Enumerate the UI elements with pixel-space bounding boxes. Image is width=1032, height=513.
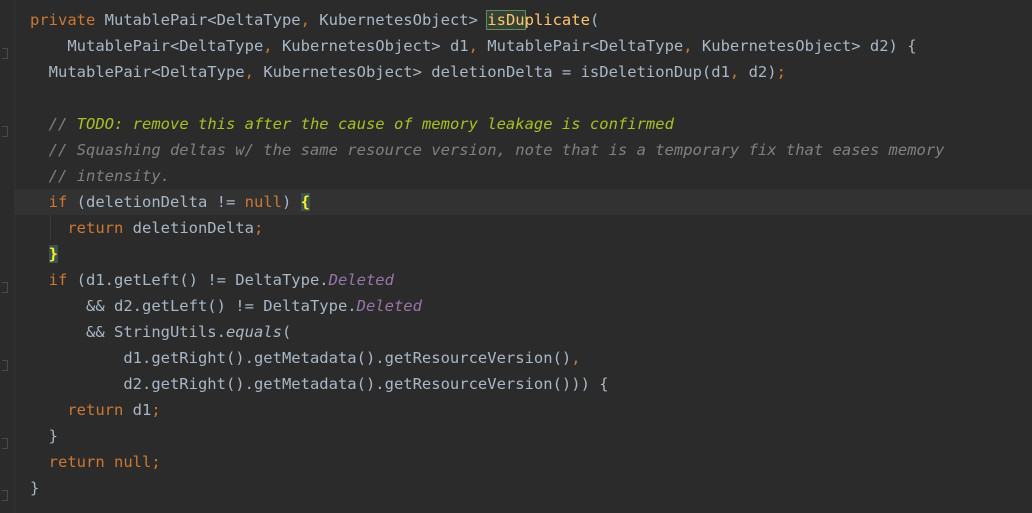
- code-token: (: [281, 323, 292, 341]
- code-token: ;: [776, 63, 786, 81]
- code-token: Deleted: [328, 271, 394, 289]
- code-editor[interactable]: private MutablePair<DeltaType, Kubernete…: [0, 0, 1032, 513]
- code-token: d1.getRight().getMetadata().getResourceV…: [30, 349, 572, 367]
- code-token: (d1.getLeft() != DeltaType.: [76, 271, 329, 289]
- code-token: ,: [300, 11, 320, 29]
- code-token: MutablePair<DeltaType: [487, 37, 684, 55]
- code-line[interactable]: return d1;: [14, 397, 1032, 423]
- code-token: null: [244, 193, 282, 211]
- code-token: plicate: [524, 11, 590, 29]
- code-token: ,: [244, 63, 264, 81]
- code-line[interactable]: && StringUtils.equals(: [14, 319, 1032, 345]
- code-line[interactable]: }: [14, 423, 1032, 449]
- code-token: private: [30, 11, 105, 29]
- code-token: Deleted: [356, 297, 422, 315]
- code-line[interactable]: if (d1.getLeft() != DeltaType.Deleted: [14, 267, 1032, 293]
- code-line[interactable]: MutablePair<DeltaType, KubernetesObject>…: [14, 33, 1032, 59]
- code-token: d2.getRight().getMetadata().getResourceV…: [30, 375, 609, 393]
- code-token: KubernetesObject> d2) {: [701, 37, 917, 55]
- code-line[interactable]: }: [14, 241, 1032, 267]
- code-line[interactable]: // intensity.: [14, 163, 1032, 189]
- code-token: if: [30, 271, 77, 289]
- code-token: return: [30, 219, 133, 237]
- editor-gutter[interactable]: [0, 0, 15, 513]
- code-line[interactable]: [14, 85, 1032, 111]
- code-line[interactable]: if (deletionDelta != null) {: [14, 189, 1032, 215]
- code-token: ,: [683, 37, 702, 55]
- fold-marker-icon[interactable]: [2, 360, 8, 371]
- fold-marker-icon[interactable]: [2, 282, 8, 293]
- code-token: // intensity.: [30, 167, 170, 185]
- code-token: if: [30, 193, 77, 211]
- code-line-text: private MutablePair<DeltaType, Kubernete…: [30, 7, 599, 33]
- code-token: KubernetesObject> deletionDelta = isDele…: [263, 63, 730, 81]
- code-token: equals: [225, 323, 282, 341]
- code-token: }: [30, 427, 58, 445]
- code-token: (: [589, 11, 600, 29]
- fold-marker-icon[interactable]: [2, 126, 8, 137]
- code-line[interactable]: d2.getRight().getMetadata().getResourceV…: [14, 371, 1032, 397]
- code-token: ;: [151, 453, 161, 471]
- code-line-text: && StringUtils.equals(: [30, 319, 291, 345]
- code-token: ;: [151, 401, 161, 419]
- code-line-text: // Squashing deltas w/ the same resource…: [30, 137, 945, 163]
- code-token: null: [114, 453, 152, 471]
- code-token: d2): [748, 63, 777, 81]
- code-line[interactable]: d1.getRight().getMetadata().getResourceV…: [14, 345, 1032, 371]
- code-line-text: if (d1.getLeft() != DeltaType.Deleted: [30, 267, 394, 293]
- code-token: ): [281, 193, 301, 211]
- code-token: MutablePair<DeltaType: [104, 11, 301, 29]
- fold-marker-icon[interactable]: [2, 490, 8, 501]
- code-line-text: }: [30, 241, 59, 267]
- fold-marker-icon[interactable]: [2, 48, 8, 59]
- code-line-text: MutablePair<DeltaType, KubernetesObject>…: [30, 59, 786, 85]
- code-line-text: }: [30, 423, 58, 449]
- indent-guide: [50, 215, 51, 241]
- code-token: (deletionDelta !=: [76, 193, 245, 211]
- code-line[interactable]: && d2.getLeft() != DeltaType.Deleted: [14, 293, 1032, 319]
- code-line-text: if (deletionDelta != null) {: [30, 189, 310, 215]
- code-token: && d2.getLeft() != DeltaType.: [30, 297, 357, 315]
- code-line[interactable]: // TODO: remove this after the cause of …: [14, 111, 1032, 137]
- code-token: ,: [571, 349, 581, 367]
- code-token: KubernetesObject> d1: [281, 37, 469, 55]
- code-token: d1: [132, 401, 152, 419]
- code-token: ,: [468, 37, 488, 55]
- code-line-text: }: [30, 475, 39, 501]
- code-token: return: [30, 401, 133, 419]
- code-line-text: // TODO: remove this after the cause of …: [30, 111, 674, 137]
- fold-marker-icon[interactable]: [2, 438, 8, 449]
- code-token: TODO: remove this after the cause of mem…: [76, 115, 674, 133]
- code-line-text: return deletionDelta;: [30, 215, 263, 241]
- code-line[interactable]: private MutablePair<DeltaType, Kubernete…: [14, 7, 1032, 33]
- code-token: MutablePair<DeltaType: [30, 37, 264, 55]
- code-line[interactable]: // Squashing deltas w/ the same resource…: [14, 137, 1032, 163]
- code-line[interactable]: return null;: [14, 449, 1032, 475]
- code-token: && StringUtils.: [30, 323, 226, 341]
- code-token: // Squashing deltas w/ the same resource…: [30, 141, 945, 159]
- code-token: //: [30, 115, 77, 133]
- code-line-text: d1.getRight().getMetadata().getResourceV…: [30, 345, 581, 371]
- code-line-text: return d1;: [30, 397, 161, 423]
- code-line-text: // intensity.: [30, 163, 170, 189]
- code-token: KubernetesObject>: [319, 11, 488, 29]
- code-line-text: MutablePair<DeltaType, KubernetesObject>…: [30, 33, 917, 59]
- code-token: deletionDelta: [132, 219, 254, 237]
- code-token: MutablePair<DeltaType: [30, 63, 245, 81]
- code-line-text: d2.getRight().getMetadata().getResourceV…: [30, 371, 609, 397]
- code-token: }: [30, 479, 40, 497]
- code-token: ,: [263, 37, 282, 55]
- code-line[interactable]: }: [14, 475, 1032, 501]
- code-token: isDu: [486, 10, 526, 30]
- code-line-text: return null;: [30, 449, 161, 475]
- code-token: ,: [729, 63, 749, 81]
- code-line-text: && d2.getLeft() != DeltaType.Deleted: [30, 293, 422, 319]
- code-line[interactable]: MutablePair<DeltaType, KubernetesObject>…: [14, 59, 1032, 85]
- code-token: }: [48, 245, 59, 263]
- code-token: return: [30, 453, 114, 471]
- code-token: ;: [253, 219, 264, 237]
- code-token: {: [300, 193, 310, 211]
- code-line[interactable]: return deletionDelta;: [14, 215, 1032, 241]
